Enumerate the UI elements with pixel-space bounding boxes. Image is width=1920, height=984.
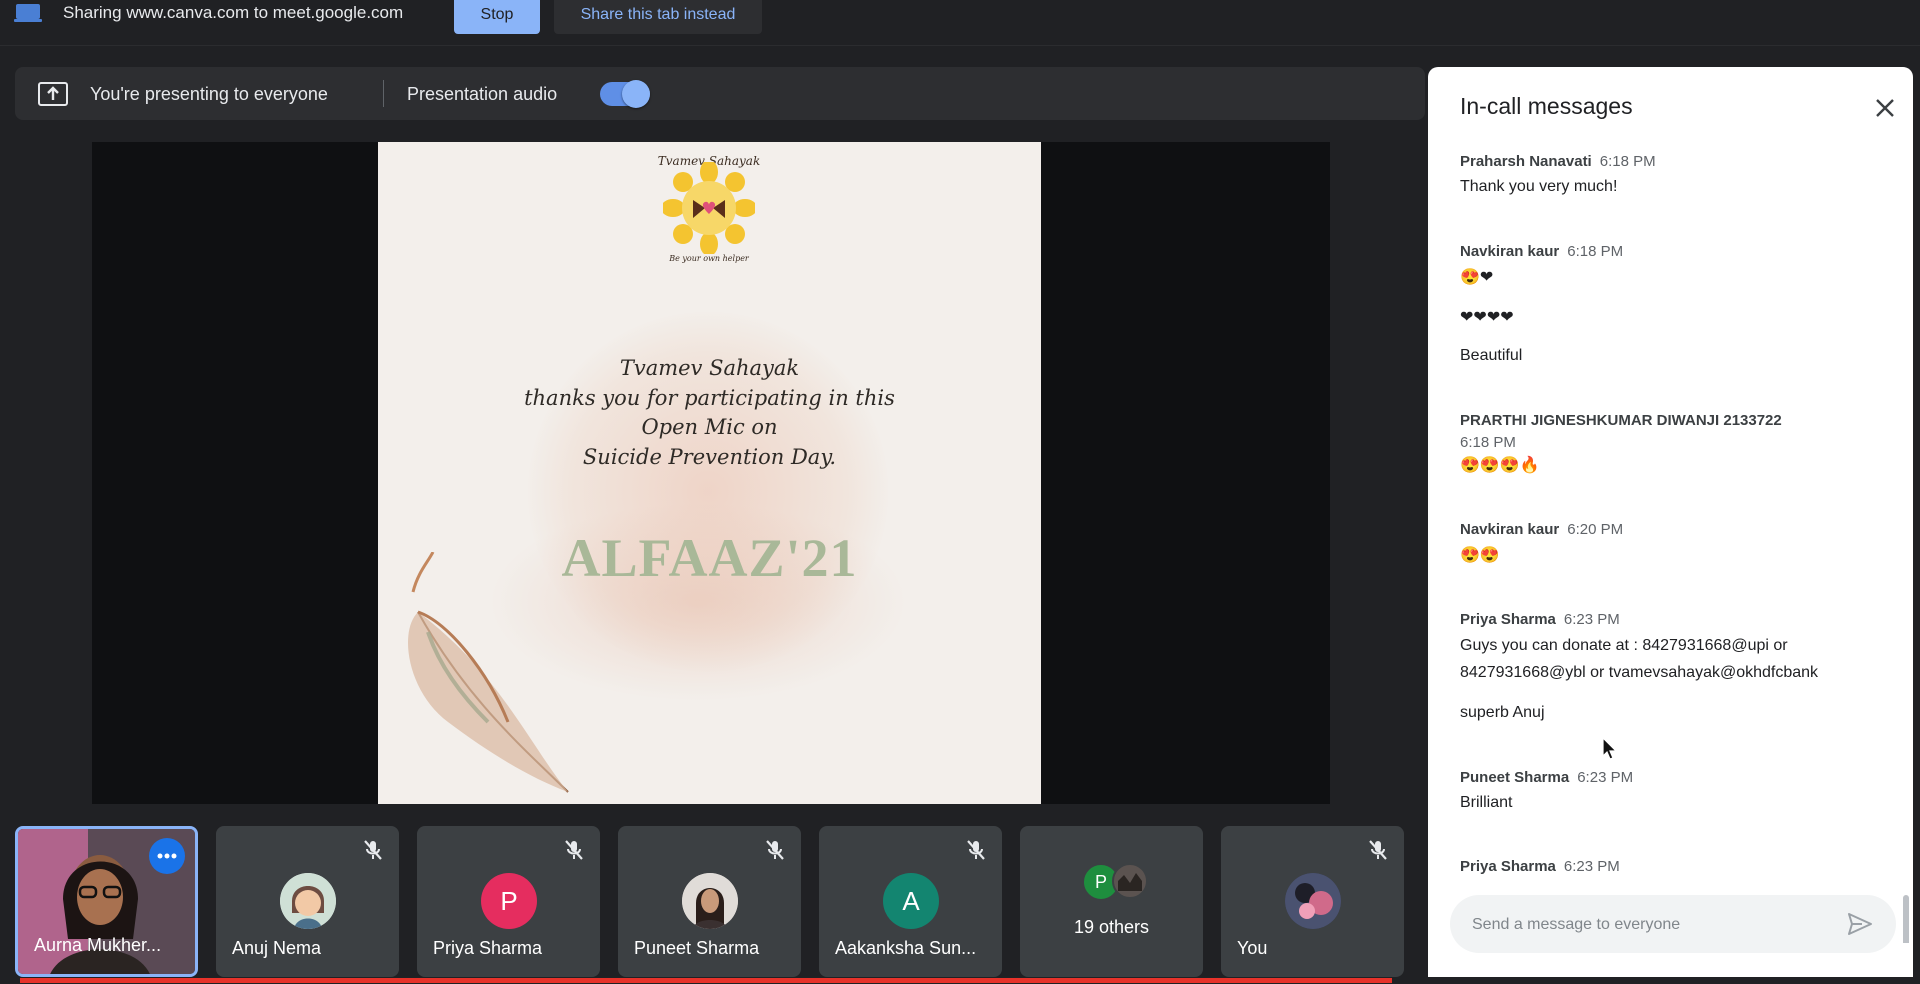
message-text: superb Anuj bbox=[1460, 704, 1545, 721]
message-time: 6:23 PM bbox=[1563, 858, 1620, 875]
slide-logo-tagline: Be your own helper bbox=[669, 254, 749, 263]
toggle-knob bbox=[622, 80, 650, 108]
close-icon[interactable] bbox=[1873, 96, 1897, 120]
send-icon[interactable] bbox=[1846, 910, 1874, 938]
slide-line: Open Mic on bbox=[641, 415, 778, 439]
in-call-messages-panel: In-call messages Praharsh Nanavati 6:18 P… bbox=[1428, 67, 1913, 977]
participant-name: You bbox=[1237, 938, 1268, 958]
message-sender: Navkiran kaur 6:18 PM bbox=[1460, 243, 1624, 260]
sharing-status-text: Sharing www.canva.com to meet.google.com bbox=[63, 3, 404, 22]
participant-name: Aurna Mukher... bbox=[34, 935, 162, 955]
panel-title: In-call messages bbox=[1460, 93, 1633, 119]
message-time: 6:20 PM bbox=[1567, 521, 1624, 538]
feather-illustration-icon bbox=[408, 552, 569, 793]
divider bbox=[383, 80, 384, 107]
message-sender: Puneet Sharma 6:23 PM bbox=[1460, 769, 1634, 786]
avatar-photo-icon bbox=[682, 873, 738, 929]
message-text: Brilliant bbox=[1460, 794, 1513, 811]
presenting-banner: You're presenting to everyone Presentati… bbox=[15, 67, 1425, 120]
screen-share-bar: Sharing www.canva.com to meet.google.com… bbox=[0, 0, 1920, 46]
stop-sharing-button[interactable]: Stop bbox=[454, 0, 540, 34]
avatar-photo-icon bbox=[1112, 863, 1148, 899]
message-sender: Priya Sharma 6:23 PM bbox=[1460, 611, 1620, 628]
presenting-status-text: You're presenting to everyone bbox=[90, 84, 328, 104]
presentation-audio-toggle[interactable] bbox=[600, 80, 650, 108]
message-time: 6:23 PM bbox=[1563, 611, 1620, 628]
participant-name: Aakanksha Sun... bbox=[835, 938, 977, 958]
message-text: 😍😍😍🔥 bbox=[1460, 457, 1540, 474]
more-dots-icon bbox=[157, 853, 177, 859]
mic-off-icon bbox=[967, 840, 985, 860]
mic-off-icon bbox=[1369, 840, 1387, 860]
sunflower-logo-icon bbox=[663, 162, 755, 254]
share-this-tab-button[interactable]: Share this tab instead bbox=[554, 0, 762, 34]
avatar-photo-icon bbox=[1285, 873, 1341, 929]
presented-slide: Tvamev Sahayak Be your own helper Tvamev… bbox=[378, 142, 1041, 804]
message-time: 6:18 PM bbox=[1567, 243, 1624, 260]
mic-off-icon bbox=[565, 840, 583, 860]
message-sender: Praharsh Nanavati 6:18 PM bbox=[1460, 153, 1656, 170]
scrollbar-thumb[interactable] bbox=[1903, 895, 1909, 943]
message-composer bbox=[1450, 895, 1896, 955]
more-options-button[interactable] bbox=[149, 838, 185, 874]
mic-off-icon bbox=[364, 840, 382, 860]
message-text: Thank you very much! bbox=[1460, 178, 1618, 195]
message-sender: Priya Sharma 6:23 PM bbox=[1460, 858, 1620, 875]
participant-tile[interactable]: Anuj Nema bbox=[216, 826, 399, 977]
slide-line: thanks you for participating in this bbox=[524, 385, 895, 410]
mic-off-icon bbox=[766, 840, 784, 860]
message-text: Guys you can donate at : 8427931668@upi … bbox=[1460, 637, 1788, 654]
mouse-cursor-icon bbox=[1602, 737, 1618, 760]
message-text: 8427931668@ybl or tvamevsahayak@okhdfcba… bbox=[1460, 664, 1819, 681]
message-input[interactable] bbox=[1470, 895, 1834, 955]
participant-name: Priya Sharma bbox=[433, 938, 543, 958]
participant-tile[interactable]: A Aakanksha Sun... bbox=[819, 826, 1002, 977]
participant-tile[interactable]: Aurna Mukher... bbox=[15, 826, 198, 977]
participant-name: Puneet Sharma bbox=[634, 938, 760, 958]
message-time: 6:18 PM bbox=[1460, 434, 1516, 451]
message-text: ❤❤❤❤ bbox=[1460, 309, 1514, 326]
present-screen-icon bbox=[38, 82, 68, 106]
recording-progress-line bbox=[20, 978, 1392, 983]
slide-thanks-text: Tvamev Sahayak thanks you for participat… bbox=[458, 354, 961, 472]
message-text: Beautiful bbox=[1460, 347, 1523, 364]
participant-tile-self[interactable]: You bbox=[1221, 826, 1404, 977]
screen-share-icon bbox=[14, 4, 42, 22]
message-time: 6:23 PM bbox=[1577, 769, 1634, 786]
others-count-label: 19 others bbox=[1073, 917, 1150, 937]
avatar-initial: P bbox=[481, 873, 537, 929]
slide-line: Tvamev Sahayak bbox=[619, 356, 800, 380]
others-tile[interactable]: P 19 others bbox=[1020, 826, 1203, 977]
participant-tile[interactable]: Puneet Sharma bbox=[618, 826, 801, 977]
message-text: 😍😍 bbox=[1460, 547, 1500, 564]
avatar-cartoon-icon bbox=[280, 873, 336, 929]
message-time: 6:18 PM bbox=[1599, 153, 1656, 170]
participant-name: Anuj Nema bbox=[232, 938, 322, 958]
avatar-initial: A bbox=[883, 873, 939, 929]
participant-tile[interactable]: P Priya Sharma bbox=[417, 826, 600, 977]
presentation-audio-label: Presentation audio bbox=[407, 84, 558, 104]
message-sender: PRARTHI JIGNESHKUMAR DIWANJI 2133722 bbox=[1460, 412, 1782, 429]
message-text: 😍❤ bbox=[1460, 269, 1494, 286]
slide-line: Suicide Prevention Day. bbox=[582, 444, 837, 469]
message-sender: Navkiran kaur 6:20 PM bbox=[1460, 521, 1624, 538]
message-list: Praharsh Nanavati 6:18 PM Thank you very … bbox=[1428, 147, 1913, 943]
